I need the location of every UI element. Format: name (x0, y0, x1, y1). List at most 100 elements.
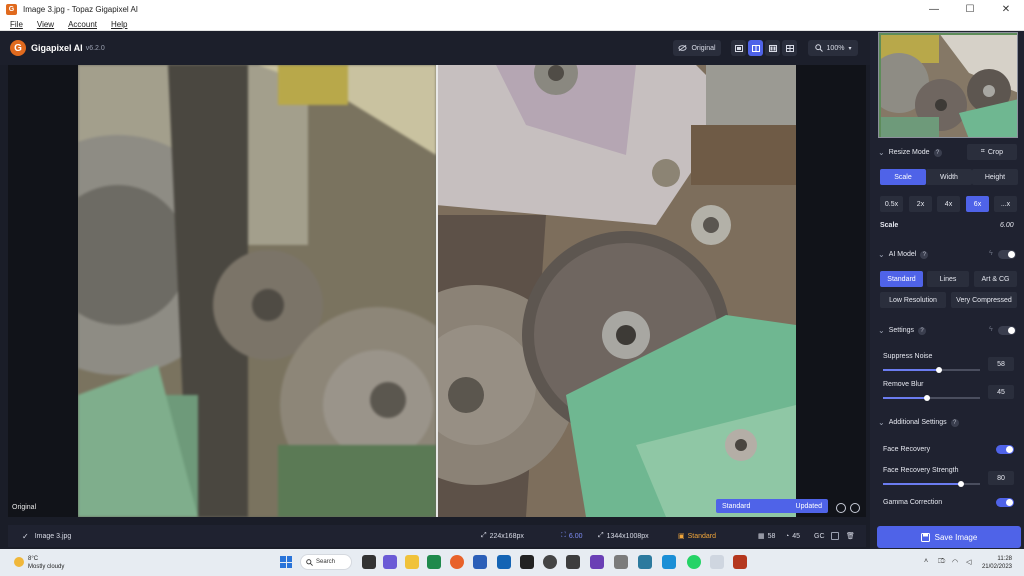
scale-value[interactable]: 6.00 (1000, 222, 1014, 229)
weather-temp: 8°C (28, 556, 39, 562)
view-split-button[interactable] (748, 40, 763, 56)
help-icon[interactable]: ? (918, 326, 926, 335)
taskbar-search[interactable]: Search (300, 554, 352, 570)
outlook-icon[interactable] (497, 555, 511, 569)
tab-height[interactable]: Height (972, 169, 1018, 185)
app-icon-circle[interactable] (543, 555, 557, 569)
window-title: Image 3.jpg - Topaz Gigapixel AI (23, 4, 139, 14)
app-icon-dark-1[interactable] (520, 555, 534, 569)
original-toggle-button[interactable]: Original (673, 40, 721, 56)
model-low-resolution[interactable]: Low Resolution (880, 292, 946, 308)
additional-settings-header[interactable]: ⌄ Additional Settings ? (878, 418, 959, 427)
tab-width[interactable]: Width (926, 169, 972, 185)
menu-account[interactable]: Account (68, 20, 97, 29)
help-icon[interactable]: ? (933, 148, 942, 157)
chevron-down-icon: ▾ (848, 45, 852, 52)
maximize-button[interactable]: ☐ (952, 0, 988, 18)
zoom-control[interactable]: 100% ▾ (808, 40, 858, 56)
navigator-thumbnail[interactable] (878, 32, 1018, 138)
file-entry[interactable]: ✓ Image 3.jpg (22, 532, 71, 541)
upscaled-half (376, 65, 796, 517)
wifi-icon[interactable]: ◠ (952, 558, 958, 566)
ai-model-header[interactable]: ⌄ AI Model ? (878, 250, 929, 259)
teams-chat-icon[interactable] (383, 555, 397, 569)
model-standard[interactable]: Standard (880, 271, 923, 287)
save-image-label: Save Image (934, 532, 978, 542)
ai-model-toggle[interactable] (998, 250, 1016, 259)
firefox-icon[interactable] (450, 555, 464, 569)
file-explorer-icon[interactable] (405, 555, 419, 569)
frown-feedback-icon[interactable] (850, 503, 860, 513)
scale-option-6x[interactable]: 6x (966, 196, 989, 212)
face-recovery-toggle[interactable] (996, 445, 1014, 454)
windows-start-icon[interactable] (280, 556, 292, 568)
app-icon-grey[interactable] (614, 555, 628, 569)
gigapixel-taskbar-icon[interactable] (733, 555, 747, 569)
compare-right-label: Updated (795, 502, 822, 510)
noise-icon: ▦ (758, 533, 765, 540)
resize-output-icon: ⤢ (598, 532, 604, 539)
tray-chevron-icon[interactable]: ˄ (924, 558, 928, 565)
zoom-level: 100% (826, 44, 845, 52)
app-icon-c[interactable] (662, 555, 676, 569)
minimize-button[interactable]: — (916, 0, 952, 18)
single-view-icon (734, 44, 743, 52)
scale-option-4x[interactable]: 4x (937, 196, 960, 212)
face-recovery-strength-value[interactable]: 80 (988, 471, 1014, 485)
scale-option-2x[interactable]: 2x (909, 196, 932, 212)
help-icon[interactable]: ? (920, 250, 929, 259)
whatsapp-icon[interactable] (687, 555, 701, 569)
split-divider-handle[interactable] (436, 65, 438, 517)
word-icon[interactable] (473, 555, 487, 569)
volume-icon[interactable]: ◁ (966, 558, 971, 566)
scale-option-custom[interactable]: ...x (994, 196, 1017, 212)
save-image-button[interactable]: Save Image (877, 526, 1021, 548)
split-view-icon (751, 44, 760, 52)
remove-blur-value[interactable]: 45 (988, 385, 1014, 399)
chevron-down-icon: ⌄ (878, 418, 885, 427)
view-quad-button[interactable] (782, 40, 797, 56)
app-name: Gigapixel AI (31, 43, 83, 53)
scale-option-0.5x[interactable]: 0.5x (880, 196, 903, 212)
taskbar-clock[interactable]: 11:28 21/02/2023 (982, 555, 1012, 571)
menu-help[interactable]: Help (111, 20, 127, 29)
tab-scale[interactable]: Scale (880, 169, 926, 185)
image-viewer[interactable] (8, 65, 866, 517)
settings-header[interactable]: ⌄ Settings ? (878, 326, 926, 335)
smile-feedback-icon[interactable] (836, 503, 846, 513)
view-side-by-side-button[interactable] (765, 40, 780, 56)
remove-blur-slider[interactable] (883, 395, 980, 401)
task-view-icon[interactable] (362, 555, 376, 569)
gamma-correction-label: Gamma Correction (883, 499, 943, 506)
crop-button[interactable]: ⌗ Crop (967, 144, 1017, 160)
scale-value: 6.00 (568, 532, 583, 540)
help-icon[interactable]: ? (950, 418, 959, 427)
suppress-noise-value[interactable]: 58 (988, 357, 1014, 371)
app-icon-blue[interactable] (638, 555, 652, 569)
view-single-button[interactable] (731, 40, 746, 56)
menu-file[interactable]: File (10, 20, 23, 29)
delete-icon[interactable]: 🗑 (846, 532, 855, 540)
model-very-compressed[interactable]: Very Compressed (951, 292, 1017, 308)
eye-slash-icon (678, 44, 687, 52)
language-icon[interactable]: ⎄ (938, 558, 945, 566)
app-icon-dark-2[interactable] (566, 555, 580, 569)
model-art-cg[interactable]: Art & CG (974, 271, 1017, 287)
menu-view[interactable]: View (37, 20, 54, 29)
face-recovery-strength-label: Face Recovery Strength (883, 467, 959, 474)
preview-image[interactable] (78, 65, 796, 517)
suppress-noise-slider[interactable] (883, 367, 980, 373)
model-lines[interactable]: Lines (927, 271, 969, 287)
viewport-frame[interactable] (879, 33, 1017, 137)
weather-widget[interactable]: 8°C Mostly cloudy (28, 555, 64, 571)
resize-mode-header[interactable]: ⌄ Resize Mode ? (878, 148, 942, 157)
app-icon-light[interactable] (710, 555, 724, 569)
gamma-correction-toggle[interactable] (996, 498, 1014, 507)
close-button[interactable]: ✕ (988, 0, 1024, 18)
window-titlebar: G Image 3.jpg - Topaz Gigapixel AI — ☐ ✕ (0, 0, 1024, 18)
excel-icon[interactable] (427, 555, 441, 569)
settings-toggle[interactable] (998, 326, 1016, 335)
compare-model-bar[interactable]: Standard Updated (716, 499, 828, 513)
face-recovery-strength-slider[interactable] (883, 481, 980, 487)
app-icon-purple[interactable] (590, 555, 604, 569)
